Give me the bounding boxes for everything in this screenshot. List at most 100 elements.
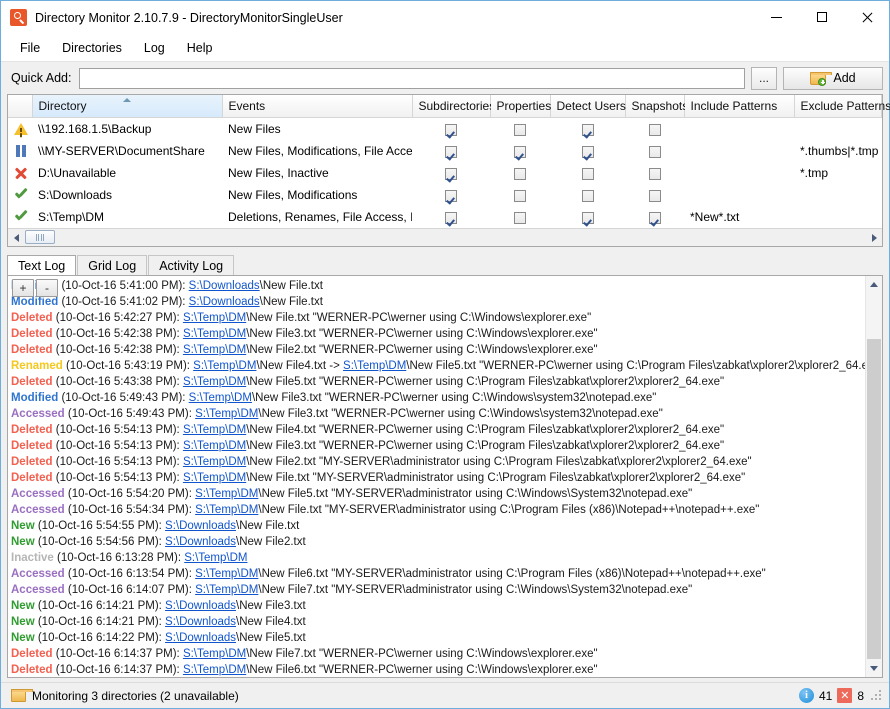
checkbox-checked-icon[interactable]	[445, 212, 457, 224]
checkbox-unchecked-icon[interactable]	[649, 168, 661, 180]
menu-item-log[interactable]: Log	[133, 38, 176, 58]
table-row[interactable]: \\192.168.1.5\BackupNew Files	[8, 118, 882, 141]
checkbox-checked-icon[interactable]	[445, 190, 457, 202]
log-path-link[interactable]: S:\Temp\DM	[195, 504, 258, 516]
checkbox-checked-icon[interactable]	[649, 212, 661, 224]
col-header-properties[interactable]: Properties	[490, 95, 550, 118]
cell-checkbox[interactable]	[625, 140, 684, 162]
log-path-link[interactable]: S:\Downloads	[165, 632, 236, 644]
col-header-events[interactable]: Events	[222, 95, 412, 118]
log-path-link[interactable]: S:\Temp\DM	[195, 488, 258, 500]
scroll-right-arrow-icon[interactable]	[866, 230, 882, 245]
cell-checkbox[interactable]	[625, 206, 684, 228]
log-path-link-target[interactable]: S:\Temp\DM	[343, 360, 406, 372]
log-path-link[interactable]: S:\Temp\DM	[183, 440, 246, 452]
log-path-link[interactable]: S:\Temp\DM	[183, 312, 246, 324]
checkbox-unchecked-icon[interactable]	[514, 124, 526, 136]
checkbox-checked-icon[interactable]	[582, 124, 594, 136]
log-path-link[interactable]: S:\Temp\DM	[184, 552, 247, 564]
log-path-link[interactable]: S:\Downloads	[165, 600, 236, 612]
log-path-link[interactable]: S:\Downloads	[189, 296, 260, 308]
col-header-subdirectories[interactable]: Subdirectories	[412, 95, 490, 118]
checkbox-checked-icon[interactable]	[582, 146, 594, 158]
log-text-area[interactable]: Modified (10-Oct-16 5:41:00 PM): S:\Down…	[8, 276, 865, 677]
cell-checkbox[interactable]	[625, 184, 684, 206]
cell-checkbox[interactable]	[550, 118, 625, 141]
cell-checkbox[interactable]	[412, 162, 490, 184]
table-row[interactable]: \\MY-SERVER\DocumentShareNew Files, Modi…	[8, 140, 882, 162]
checkbox-unchecked-icon[interactable]	[582, 190, 594, 202]
scroll-up-arrow-icon[interactable]	[866, 276, 882, 293]
cell-checkbox[interactable]	[412, 184, 490, 206]
cell-checkbox[interactable]	[490, 184, 550, 206]
log-path-link[interactable]: S:\Temp\DM	[183, 456, 246, 468]
grid-horizontal-scrollbar[interactable]	[8, 228, 882, 246]
log-path-link[interactable]: S:\Downloads	[189, 280, 260, 292]
menu-item-help[interactable]: Help	[176, 38, 224, 58]
scroll-left-arrow-icon[interactable]	[8, 230, 24, 245]
col-header-status[interactable]	[8, 95, 32, 118]
checkbox-unchecked-icon[interactable]	[514, 168, 526, 180]
cell-checkbox[interactable]	[490, 206, 550, 228]
log-path-link[interactable]: S:\Temp\DM	[183, 664, 246, 676]
log-path-link[interactable]: S:\Temp\DM	[183, 376, 246, 388]
log-path-link[interactable]: S:\Temp\DM	[193, 360, 256, 372]
checkbox-unchecked-icon[interactable]	[514, 212, 526, 224]
checkbox-unchecked-icon[interactable]	[514, 190, 526, 202]
cell-checkbox[interactable]	[412, 206, 490, 228]
cell-checkbox[interactable]	[625, 162, 684, 184]
tab-text-log[interactable]: Text Log	[7, 255, 76, 275]
tab-grid-log[interactable]: Grid Log	[77, 255, 147, 275]
col-header-include-patterns[interactable]: Include Patterns	[684, 95, 794, 118]
quick-add-input[interactable]	[79, 68, 745, 89]
cell-checkbox[interactable]	[412, 140, 490, 162]
log-path-link[interactable]: S:\Temp\DM	[195, 408, 258, 420]
cell-checkbox[interactable]	[550, 184, 625, 206]
cell-checkbox[interactable]	[490, 118, 550, 141]
log-path-link[interactable]: S:\Temp\DM	[195, 568, 258, 580]
checkbox-unchecked-icon[interactable]	[649, 190, 661, 202]
log-path-link[interactable]: S:\Temp\DM	[183, 344, 246, 356]
cell-checkbox[interactable]	[490, 140, 550, 162]
log-path-link[interactable]: S:\Downloads	[165, 536, 236, 548]
col-header-snapshots[interactable]: Snapshots	[625, 95, 684, 118]
col-header-exclude-patterns[interactable]: Exclude Patterns	[794, 95, 882, 118]
log-zoom-in-button[interactable]: +	[12, 279, 34, 297]
checkbox-checked-icon[interactable]	[582, 212, 594, 224]
cell-checkbox[interactable]	[490, 162, 550, 184]
checkbox-unchecked-icon[interactable]	[649, 146, 661, 158]
log-path-link[interactable]: S:\Temp\DM	[189, 392, 252, 404]
col-header-detect-users[interactable]: Detect Users	[550, 95, 625, 118]
col-header-directory[interactable]: Directory	[32, 95, 222, 118]
log-vscroll-thumb[interactable]	[867, 339, 881, 659]
log-path-link[interactable]: S:\Temp\DM	[183, 328, 246, 340]
menu-item-directories[interactable]: Directories	[51, 38, 133, 58]
log-path-link[interactable]: S:\Temp\DM	[195, 584, 258, 596]
menu-item-file[interactable]: File	[9, 38, 51, 58]
cell-checkbox[interactable]	[550, 140, 625, 162]
log-vertical-scrollbar[interactable]	[865, 276, 882, 677]
table-row[interactable]: S:\DownloadsNew Files, Modifications	[8, 184, 882, 206]
close-button[interactable]	[844, 1, 889, 33]
resize-grip-icon[interactable]	[871, 690, 883, 702]
add-button[interactable]: Add	[783, 67, 883, 90]
grid-hscroll-thumb[interactable]	[25, 230, 55, 244]
scroll-down-arrow-icon[interactable]	[866, 660, 882, 677]
minimize-button[interactable]	[754, 1, 799, 33]
cell-checkbox[interactable]	[550, 162, 625, 184]
maximize-button[interactable]	[799, 1, 844, 33]
log-path-link[interactable]: S:\Temp\DM	[183, 424, 246, 436]
checkbox-checked-icon[interactable]	[445, 124, 457, 136]
browse-button[interactable]: ...	[751, 67, 777, 90]
log-path-link[interactable]: S:\Temp\DM	[183, 648, 246, 660]
cell-checkbox[interactable]	[412, 118, 490, 141]
checkbox-checked-icon[interactable]	[445, 168, 457, 180]
tab-activity-log[interactable]: Activity Log	[148, 255, 234, 275]
table-row[interactable]: S:\Temp\DMDeletions, Renames, File Acces…	[8, 206, 882, 228]
table-row[interactable]: D:\UnavailableNew Files, Inactive*.tmp	[8, 162, 882, 184]
log-zoom-out-button[interactable]: -	[36, 279, 58, 297]
checkbox-checked-icon[interactable]	[514, 146, 526, 158]
checkbox-unchecked-icon[interactable]	[649, 124, 661, 136]
log-path-link[interactable]: S:\Downloads	[165, 616, 236, 628]
checkbox-unchecked-icon[interactable]	[582, 168, 594, 180]
